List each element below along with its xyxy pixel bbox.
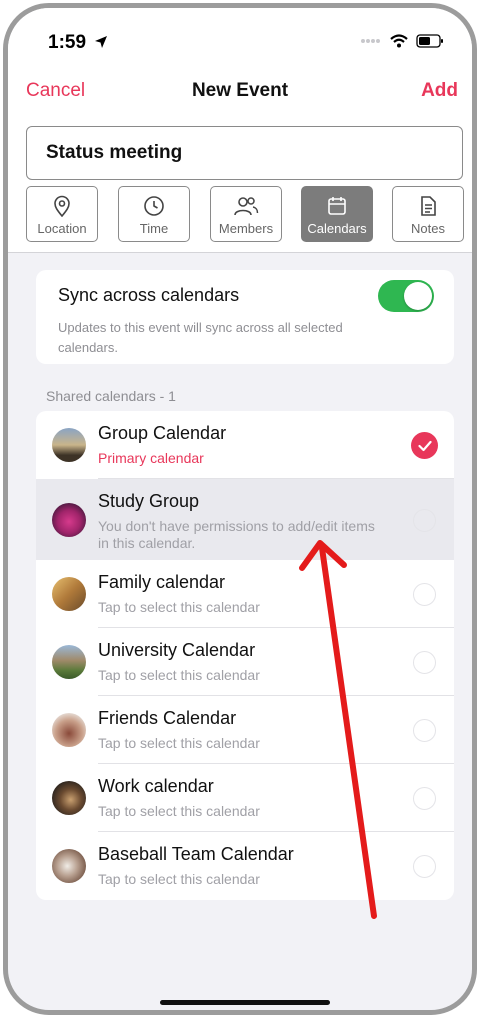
annotation-arrow [299,540,377,919]
